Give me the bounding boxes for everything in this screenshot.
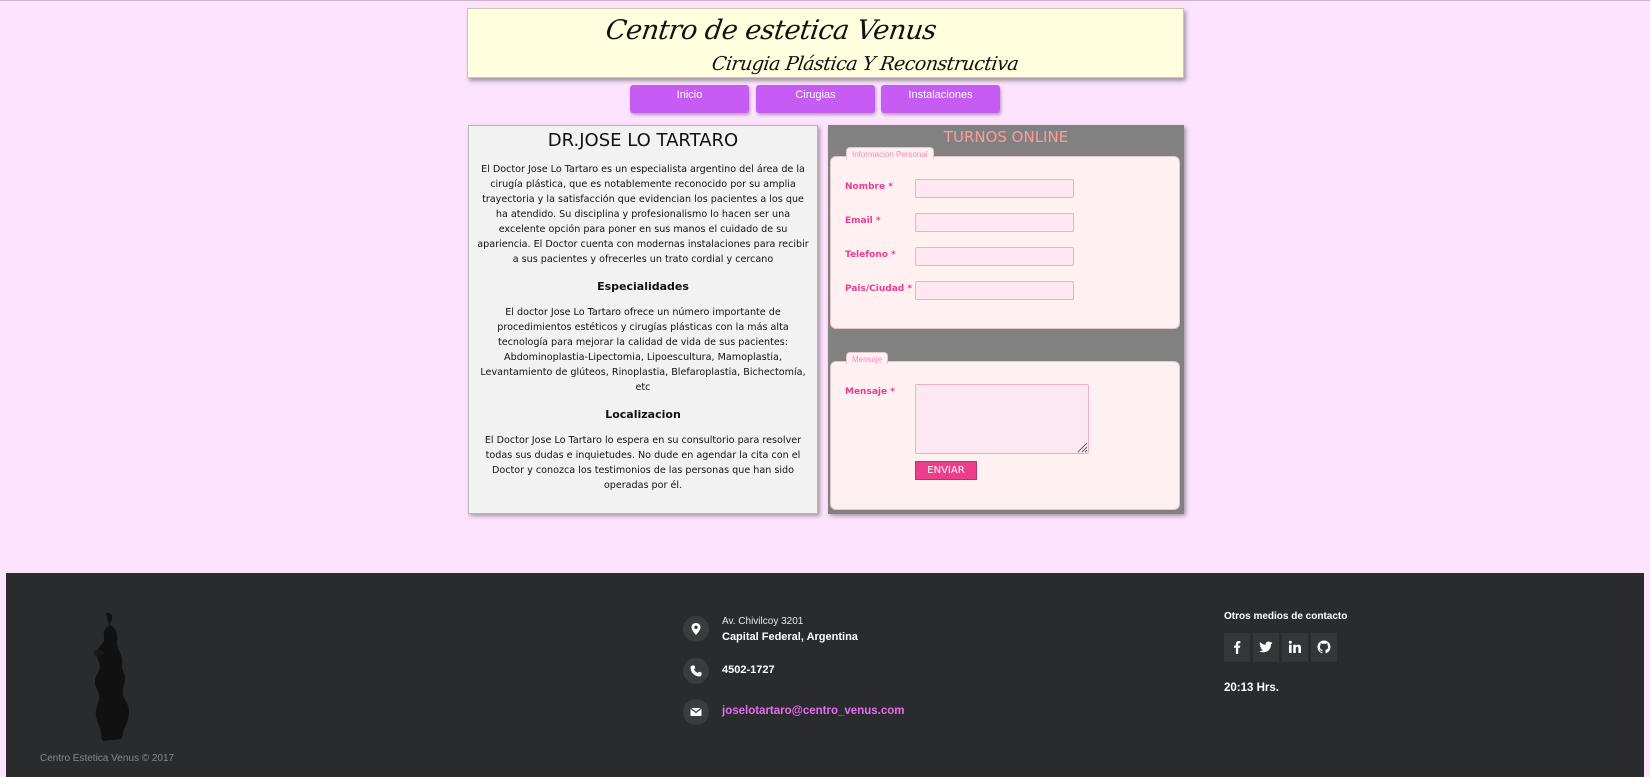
site-title: Centro de estetica Venus: [603, 15, 939, 46]
facebook-icon[interactable]: [1224, 633, 1250, 662]
venus-statue-logo: [94, 612, 129, 741]
location-text: El Doctor Jose Lo Tartaro lo espera en s…: [484, 435, 802, 491]
name-label: Nombre *: [845, 182, 893, 192]
email-input[interactable]: [915, 213, 1074, 232]
linkedin-icon[interactable]: [1282, 633, 1308, 662]
site-subtitle: Cirugia Plástica Y Reconstructiva: [710, 53, 1020, 75]
main-nav: Inicio Cirugias Instalaciones: [0, 85, 1650, 113]
doctor-info-panel: DR.JOSE LO TARTARO El Doctor Jose Lo Tar…: [468, 125, 818, 514]
github-icon[interactable]: [1311, 633, 1337, 662]
current-time: 20:13 Hrs.: [1224, 682, 1279, 694]
name-input[interactable]: [915, 179, 1074, 198]
nav-inicio-button[interactable]: Inicio: [630, 85, 749, 113]
doctor-name-heading: DR.JOSE LO TARTARO: [547, 130, 739, 151]
phone-icon: [683, 658, 709, 684]
address-line2: Capital Federal, Argentina: [722, 631, 858, 643]
phone-input[interactable]: [915, 247, 1074, 266]
contact-heading: Otros medios de contacto: [1224, 611, 1348, 622]
header-banner: Centro de estetica Venus Cirugia Plástic…: [467, 8, 1184, 78]
twitter-icon[interactable]: [1253, 633, 1279, 662]
location-heading: Localizacion: [605, 408, 681, 421]
message-label: Mensaje *: [845, 387, 895, 397]
personal-info-fieldset: Informacion Personal Nombre * Email * Te…: [830, 147, 1180, 329]
address-line1: Av. Chivilcoy 3201: [722, 616, 804, 627]
submit-button[interactable]: ENVIAR: [915, 461, 977, 480]
message-legend: Mensaje: [846, 352, 889, 364]
email-label: Email *: [845, 216, 881, 226]
location-pin-icon: [683, 616, 709, 642]
specialties-text: El doctor Jose Lo Tartaro ofrece un núme…: [480, 307, 806, 393]
message-fieldset: Mensaje Mensaje * ENVIAR: [830, 352, 1180, 510]
nav-cirugias-button[interactable]: Cirugias: [756, 85, 875, 113]
footer: Centro Estetica Venus © 2017 Av. Chivilc…: [6, 573, 1644, 777]
phone-number: 4502-1727: [722, 664, 775, 676]
envelope-icon: [683, 699, 709, 725]
email-link[interactable]: joselotartaro@centro_venus.com: [722, 705, 905, 717]
copyright-text: Centro Estetica Venus © 2017: [40, 753, 175, 764]
doctor-intro-text: El Doctor Jose Lo Tartaro es un especial…: [477, 164, 809, 265]
appointment-form-panel: TURNOS ONLINE Informacion Personal Nombr…: [828, 125, 1184, 514]
resize-grip-icon[interactable]: [1076, 441, 1088, 453]
personal-info-legend: Informacion Personal: [846, 147, 934, 159]
specialties-heading: Especialidades: [597, 280, 689, 293]
form-title: TURNOS ONLINE: [943, 128, 1069, 146]
phone-label: Telefono *: [845, 250, 896, 260]
nav-instalaciones-button[interactable]: Instalaciones: [881, 85, 1000, 113]
country-city-input[interactable]: [915, 281, 1074, 300]
country-city-label: Pais/Ciudad *: [845, 284, 913, 294]
message-textarea[interactable]: [915, 384, 1089, 454]
